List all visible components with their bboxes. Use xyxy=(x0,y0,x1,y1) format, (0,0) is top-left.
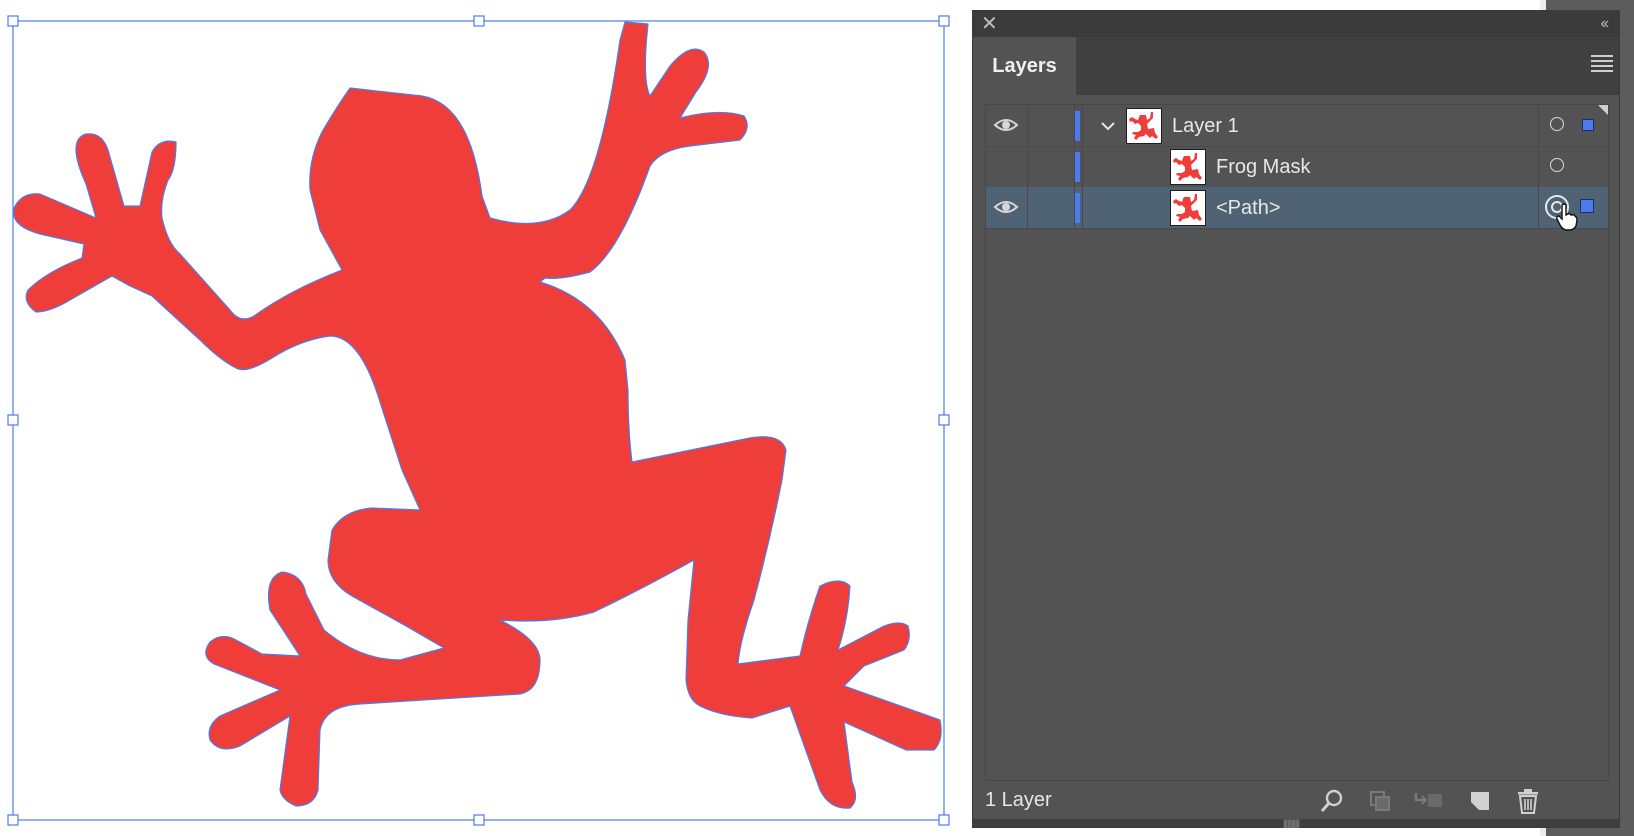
frog-thumbnail-icon xyxy=(1173,194,1202,222)
layer-color-swatch xyxy=(1075,111,1080,141)
chevron-down-icon[interactable] xyxy=(1099,117,1117,135)
hand-cursor-icon xyxy=(1556,203,1578,231)
handle-bottom-left[interactable] xyxy=(7,814,19,826)
column-divider xyxy=(1538,187,1539,228)
collapse-panel-icon[interactable]: ‹‹ xyxy=(1600,14,1609,34)
column-divider xyxy=(1538,146,1539,187)
target-circle-icon[interactable] xyxy=(1550,117,1564,131)
selection-indicator[interactable] xyxy=(1580,199,1594,213)
handle-top-center[interactable] xyxy=(473,15,485,27)
handle-middle-right[interactable] xyxy=(938,414,950,426)
close-icon[interactable]: ✕ xyxy=(981,14,998,34)
layer-count-label: 1 Layer xyxy=(985,789,1052,811)
new-sublayer-icon[interactable] xyxy=(1413,788,1445,814)
layer-name[interactable]: Frog Mask xyxy=(1216,146,1310,188)
panel-resize-grip[interactable]: |||||||||||| xyxy=(973,819,1619,828)
visibility-toggle[interactable] xyxy=(986,105,1028,146)
column-divider xyxy=(1538,105,1539,146)
make-clipping-mask-icon[interactable] xyxy=(1367,788,1393,814)
layer-thumbnail xyxy=(1170,190,1206,226)
search-icon[interactable] xyxy=(1319,788,1345,814)
current-layer-indicator xyxy=(1598,105,1608,115)
layer-color-swatch xyxy=(1075,152,1080,182)
eye-icon[interactable] xyxy=(993,115,1019,135)
frog-thumbnail-icon xyxy=(1129,112,1158,140)
layer-row-frog-mask[interactable]: Frog Mask xyxy=(986,146,1608,188)
delete-icon[interactable] xyxy=(1515,788,1541,814)
layers-panel: ✕ ‹‹ Layers Layer 1 Frog Mask <Path> 1 L… xyxy=(972,10,1620,828)
layer-name[interactable]: Layer 1 xyxy=(1172,105,1239,147)
lock-toggle[interactable] xyxy=(1028,146,1075,187)
layer-color-swatch xyxy=(1075,193,1080,223)
layer-row-layer-1[interactable]: Layer 1 xyxy=(986,105,1608,147)
panel-footer: 1 Layer xyxy=(973,781,1619,819)
layer-name[interactable]: <Path> xyxy=(1216,187,1281,229)
layers-list: Layer 1 Frog Mask <Path> xyxy=(985,104,1609,781)
panel-tab-row: Layers xyxy=(973,37,1619,95)
column-divider xyxy=(1082,187,1083,228)
column-divider xyxy=(1082,146,1083,187)
layer-row-path[interactable]: <Path> xyxy=(986,187,1608,231)
frog-path[interactable] xyxy=(12,21,942,809)
artboard-canvas[interactable] xyxy=(0,0,972,836)
frog-thumbnail-icon xyxy=(1173,153,1202,181)
handle-top-left[interactable] xyxy=(7,15,19,27)
column-divider xyxy=(1082,105,1083,146)
tab-layers[interactable]: Layers xyxy=(973,37,1076,95)
handle-bottom-right[interactable] xyxy=(938,814,950,826)
hamburger-menu-icon[interactable] xyxy=(1591,55,1613,75)
canvas-drawing[interactable] xyxy=(0,0,972,836)
visibility-toggle[interactable] xyxy=(986,187,1028,228)
handle-middle-left[interactable] xyxy=(7,414,19,426)
lock-toggle[interactable] xyxy=(1028,187,1075,228)
lock-toggle[interactable] xyxy=(1028,105,1075,146)
layer-thumbnail xyxy=(1170,149,1206,185)
handle-top-right[interactable] xyxy=(938,15,950,27)
layer-thumbnail xyxy=(1126,108,1162,144)
panel-titlebar[interactable]: ✕ ‹‹ xyxy=(973,11,1619,37)
target-circle-icon[interactable] xyxy=(1550,158,1564,172)
visibility-toggle[interactable] xyxy=(986,146,1028,187)
handle-bottom-center[interactable] xyxy=(473,814,485,826)
eye-icon[interactable] xyxy=(993,197,1019,217)
new-layer-icon[interactable] xyxy=(1467,788,1493,814)
selection-indicator[interactable] xyxy=(1582,119,1594,131)
